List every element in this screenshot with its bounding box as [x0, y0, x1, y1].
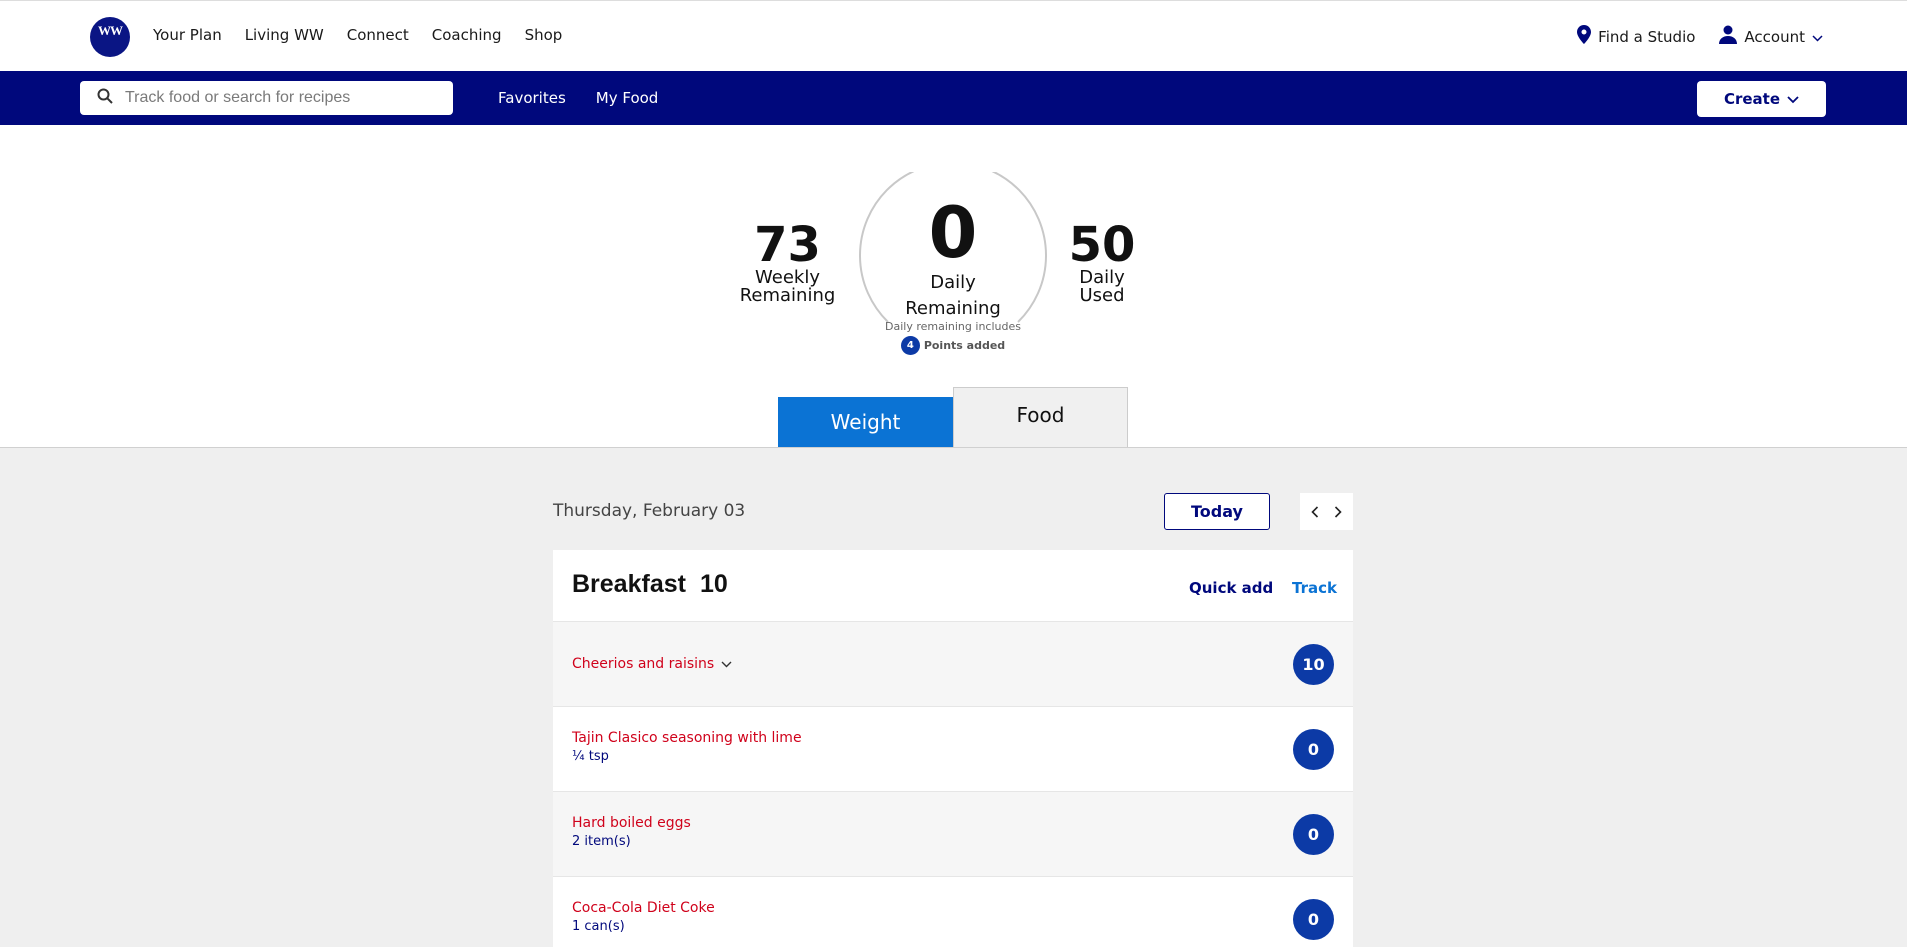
nav-shop[interactable]: Shop [525, 26, 563, 44]
points-added-badge: 4 [900, 336, 920, 355]
food-name-text: Hard boiled eggs [572, 815, 691, 831]
chevron-left-icon[interactable] [1305, 502, 1325, 522]
daily-remaining-value: 0 [928, 192, 978, 274]
logo-text: WW [98, 23, 123, 38]
tab-weight[interactable]: Weight [778, 397, 953, 447]
today-button[interactable]: Today [1164, 493, 1270, 530]
food-name-text: Coca-Cola Diet Coke [572, 900, 715, 916]
create-label: Create [1723, 90, 1781, 108]
date-navigation [1300, 493, 1353, 530]
tab-food[interactable]: Food [953, 387, 1128, 448]
top-header: WW Your Plan Living WW Connect Coaching … [0, 0, 1907, 71]
food-name[interactable]: Coca-Cola Diet Coke [572, 900, 715, 916]
meal-name: Breakfast [572, 570, 686, 598]
food-subnav: Favorites My Food [498, 89, 658, 107]
food-serving: ¼ tsp [572, 749, 609, 764]
favorites-link[interactable]: Favorites [498, 89, 566, 107]
user-icon [1719, 25, 1738, 48]
meal-points: 10 [699, 570, 728, 598]
food-row[interactable]: Coca-Cola Diet Coke 1 can(s) 0 [553, 876, 1353, 947]
secondary-bar: Favorites My Food Create [0, 71, 1907, 125]
daily-used-value: 50 [1068, 217, 1136, 273]
food-points-badge: 0 [1293, 729, 1334, 770]
food-row[interactable]: Cheerios and raisins 10 [553, 621, 1353, 706]
chevron-down-icon [1812, 28, 1823, 46]
chevron-right-icon[interactable] [1328, 502, 1348, 522]
food-name[interactable]: Hard boiled eggs [572, 815, 691, 831]
meal-header: Breakfast 10 Quick add Track [553, 550, 1353, 621]
food-points-badge: 10 [1293, 644, 1334, 685]
nav-coaching[interactable]: Coaching [432, 26, 502, 44]
food-name-text: Tajin Clasico seasoning with lime [572, 730, 802, 746]
chevron-down-icon [721, 656, 732, 672]
food-log-area: Thursday, February 03 Today Breakfast 10… [0, 447, 1907, 947]
food-points-badge: 0 [1293, 899, 1334, 940]
daily-used-label-2: Used [1079, 285, 1125, 306]
daily-remaining-label-2: Remaining [905, 298, 1001, 319]
ww-logo[interactable]: WW [90, 17, 130, 57]
points-added-label: Points added [923, 339, 1006, 352]
weekly-remaining-label-2: Remaining [739, 285, 836, 306]
weekly-remaining: 73 Weekly Remaining [735, 221, 840, 305]
food-serving: 2 item(s) [572, 834, 631, 849]
daily-used: 50 Daily Used [1062, 221, 1142, 305]
food-name[interactable]: Tajin Clasico seasoning with lime [572, 730, 802, 746]
food-row[interactable]: Hard boiled eggs 2 item(s) 0 [553, 791, 1353, 876]
meal-title: Breakfast 10 [572, 570, 728, 599]
my-food-link[interactable]: My Food [596, 89, 659, 107]
daily-remaining-label-1: Daily [930, 272, 976, 293]
points-added[interactable]: 4 Points added [858, 336, 1048, 355]
food-points-badge: 0 [1293, 814, 1334, 855]
food-name[interactable]: Cheerios and raisins [572, 656, 732, 672]
food-row[interactable]: Tajin Clasico seasoning with lime ¼ tsp … [553, 706, 1353, 791]
food-search [80, 81, 453, 115]
nav-living-ww[interactable]: Living WW [245, 26, 324, 44]
nav-connect[interactable]: Connect [347, 26, 409, 44]
utility-nav: Find a Studio Account [1577, 25, 1823, 48]
food-name-text: Cheerios and raisins [572, 656, 715, 672]
find-studio-label: Find a Studio [1598, 27, 1696, 46]
meal-card-breakfast: Breakfast 10 Quick add Track Cheerios an… [553, 550, 1353, 947]
quick-add-button[interactable]: Quick add [1189, 579, 1273, 597]
chevron-down-icon [1787, 90, 1799, 108]
main-nav: Your Plan Living WW Connect Coaching Sho… [153, 26, 562, 44]
account-label: Account [1744, 27, 1805, 46]
daily-remaining: 0 Daily Remaining [858, 192, 1048, 319]
log-date: Thursday, February 03 [553, 501, 746, 521]
search-input[interactable] [125, 89, 445, 107]
create-button[interactable]: Create [1697, 81, 1826, 117]
location-pin-icon [1577, 25, 1592, 48]
account-menu[interactable]: Account [1719, 25, 1823, 48]
nav-your-plan[interactable]: Your Plan [153, 26, 222, 44]
search-icon [97, 88, 113, 109]
food-serving: 1 can(s) [572, 919, 625, 934]
weekly-remaining-value: 73 [754, 217, 821, 273]
find-studio-link[interactable]: Find a Studio [1577, 25, 1695, 48]
daily-includes-note: Daily remaining includes [885, 320, 1021, 333]
track-button[interactable]: Track [1292, 579, 1337, 597]
